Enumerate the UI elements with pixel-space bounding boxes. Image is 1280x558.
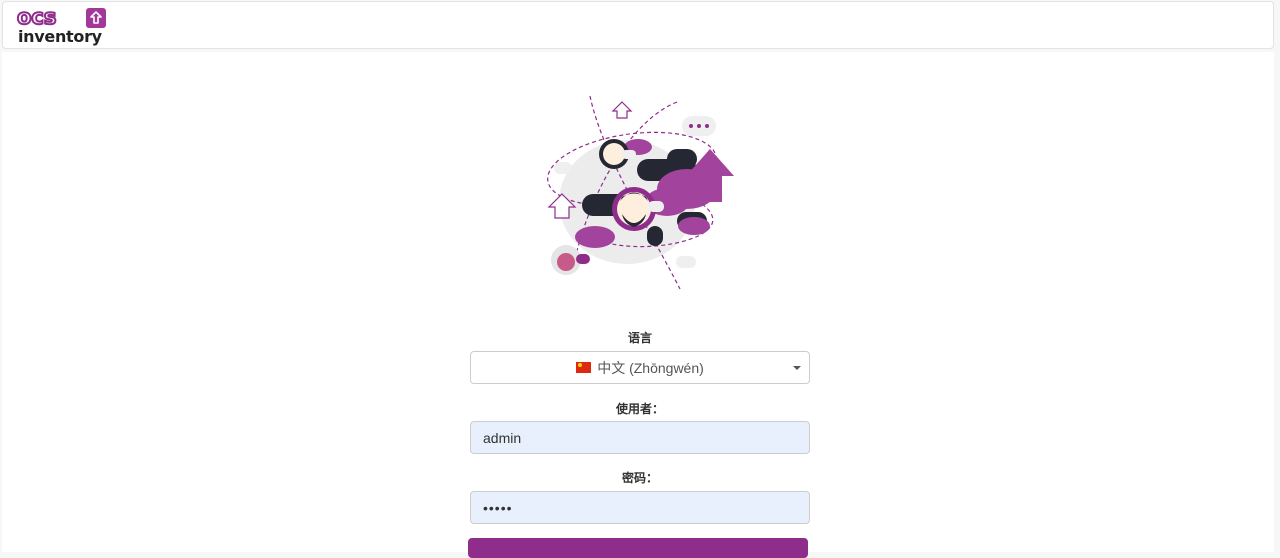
login-panel: 语言 中文 (Zhōngwén) 使用者： 密码： ••••• [2,52,1274,552]
top-navbar: ocs inventory [2,1,1274,49]
chevron-down-icon [793,366,801,370]
illustration [542,94,742,294]
ocs-inventory-logo[interactable]: ocs inventory [16,4,109,47]
language-select-value: 中文 (Zhōngwén) [597,359,704,376]
logo-ocs-text: ocs [16,4,57,30]
logo-inventory-text: inventory [18,27,102,46]
language-select[interactable]: 中文 (Zhōngwén) [470,351,810,384]
username-label: 使用者： [615,402,664,416]
login-button[interactable] [468,538,808,558]
password-label: 密码： [621,471,658,485]
china-flag-icon [576,362,592,373]
username-input[interactable] [470,421,810,454]
language-label: 语言 [627,331,652,345]
logo-icon [86,8,106,28]
password-input[interactable]: ••••• [470,491,810,524]
